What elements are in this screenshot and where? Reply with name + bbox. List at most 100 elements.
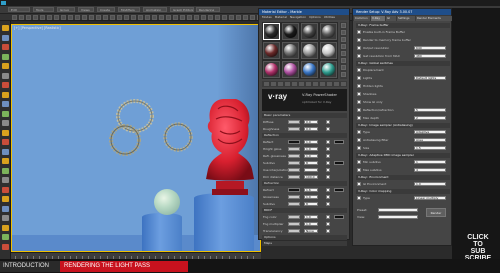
material-slot[interactable] [301, 61, 318, 78]
rollout-header[interactable]: Reflection [262, 133, 347, 138]
material-slot[interactable] [320, 23, 337, 40]
menu-item[interactable]: Modifiers [118, 7, 140, 12]
tool-icon[interactable] [2, 215, 9, 221]
render-tab[interactable]: V-Ray [371, 16, 385, 21]
param-checkbox[interactable] [357, 84, 361, 88]
param-field[interactable]: 2 [414, 116, 446, 120]
param-spinner[interactable]: None [304, 229, 318, 233]
param-field[interactable]: 480 [414, 54, 446, 58]
tool-icon[interactable] [2, 177, 9, 183]
param-field[interactable]: Area [414, 138, 446, 142]
param-checkbox[interactable] [357, 108, 361, 112]
preset-dropdown[interactable] [378, 208, 418, 212]
color-swatch[interactable] [288, 215, 300, 219]
menu-item[interactable]: Animation [143, 7, 167, 12]
color-swatch[interactable] [288, 229, 300, 233]
param-checkbox[interactable] [357, 54, 361, 58]
tool-icon[interactable] [2, 110, 9, 117]
param-field[interactable]: 5 [414, 108, 446, 112]
app-logo-icon[interactable] [1, 1, 6, 5]
tool-icon[interactable] [2, 44, 9, 50]
param-field[interactable]: 1.0 [414, 182, 446, 186]
material-slot[interactable] [263, 42, 280, 59]
toolbar-button[interactable] [166, 15, 171, 20]
rollout-header[interactable]: Options [262, 235, 347, 240]
material-tool-button[interactable] [313, 82, 318, 86]
param-spinner[interactable]: 1.0 [304, 222, 318, 226]
param-checkbox[interactable] [326, 222, 330, 226]
render-tab[interactable]: Common [354, 16, 370, 21]
param-checkbox[interactable] [326, 120, 330, 124]
toolbar-button[interactable] [124, 15, 129, 20]
material-slot[interactable] [282, 42, 299, 59]
material-tool-button[interactable] [334, 82, 339, 86]
toolbar-button[interactable] [89, 15, 94, 20]
param-field[interactable]: 4 [414, 168, 446, 172]
material-menu-item[interactable]: Utilities [324, 15, 335, 19]
render-tab[interactable]: GI [386, 16, 396, 21]
toolbar-button[interactable] [82, 15, 87, 20]
tool-icon[interactable] [2, 63, 9, 69]
param-checkbox[interactable] [357, 196, 361, 200]
toolbar-button[interactable] [117, 15, 122, 20]
material-slot[interactable] [301, 23, 318, 40]
slot-tool-button[interactable] [341, 37, 346, 42]
rollout-header[interactable]: V-Ray:: Image sampler (Antialiasing) [356, 123, 450, 128]
sphere-object[interactable] [154, 189, 180, 215]
rollout-header[interactable]: Basic parameters [262, 113, 347, 118]
toolbar-button[interactable] [19, 15, 24, 20]
param-checkbox[interactable] [326, 127, 330, 131]
toolbar-button[interactable] [250, 15, 255, 20]
param-checkbox[interactable] [357, 168, 361, 172]
toolbar-button[interactable] [194, 15, 199, 20]
param-checkbox[interactable] [357, 138, 361, 142]
tool-icon[interactable] [2, 139, 9, 145]
gear-ring-object[interactable] [162, 121, 194, 153]
menu-item[interactable]: Rendering [196, 7, 220, 12]
color-swatch[interactable] [288, 161, 300, 165]
param-field[interactable]: 1 [414, 160, 446, 164]
material-tool-button[interactable] [271, 82, 276, 86]
tool-icon[interactable] [2, 101, 9, 107]
param-checkbox[interactable] [326, 188, 330, 192]
material-tool-button[interactable] [327, 82, 332, 86]
param-checkbox[interactable] [357, 30, 361, 34]
toolbar-button[interactable] [180, 15, 185, 20]
rollout-header[interactable]: Maps [262, 241, 347, 246]
color-swatch[interactable] [288, 195, 300, 199]
tool-icon[interactable] [2, 234, 9, 240]
tool-icon[interactable] [2, 72, 9, 79]
color-swatch[interactable] [288, 168, 300, 172]
param-checkbox[interactable] [326, 154, 330, 158]
material-menu-item[interactable]: Navigation [290, 15, 306, 19]
material-slot[interactable] [320, 42, 337, 59]
toolbar-button[interactable] [131, 15, 136, 20]
material-tool-button[interactable] [306, 82, 311, 86]
map-button[interactable] [334, 188, 344, 192]
toolbar-button[interactable] [138, 15, 143, 20]
rollout-header[interactable]: V-Ray:: Adaptive DMC image sampler [356, 153, 450, 158]
render-tab[interactable]: Render Elements [416, 16, 452, 21]
menu-item[interactable]: Graph Editors [170, 7, 194, 12]
material-menu-item[interactable]: Options [309, 15, 321, 19]
toolbar-button[interactable] [208, 15, 213, 20]
material-slot[interactable] [301, 42, 318, 59]
material-slot[interactable] [282, 61, 299, 78]
timeline-slider[interactable] [11, 252, 261, 259]
menu-item[interactable]: Create [97, 7, 115, 12]
slot-tool-button[interactable] [341, 65, 346, 70]
param-checkbox[interactable] [326, 215, 330, 219]
param-checkbox[interactable] [326, 140, 330, 144]
toolbar-button[interactable] [159, 15, 164, 20]
slot-tool-button[interactable] [341, 51, 346, 56]
color-swatch[interactable] [288, 202, 300, 206]
material-tool-button[interactable] [278, 82, 283, 86]
param-checkbox[interactable] [357, 76, 361, 80]
toolbar-button[interactable] [47, 15, 52, 20]
menu-item[interactable]: Tools [33, 7, 54, 12]
param-spinner[interactable]: 8 [304, 202, 318, 206]
chapter-current-label[interactable]: RENDERING THE LIGHT PASS [60, 261, 188, 272]
rollout-header[interactable]: BRDF [262, 208, 347, 213]
tool-icon[interactable] [2, 243, 9, 250]
material-tool-button[interactable] [292, 82, 297, 86]
